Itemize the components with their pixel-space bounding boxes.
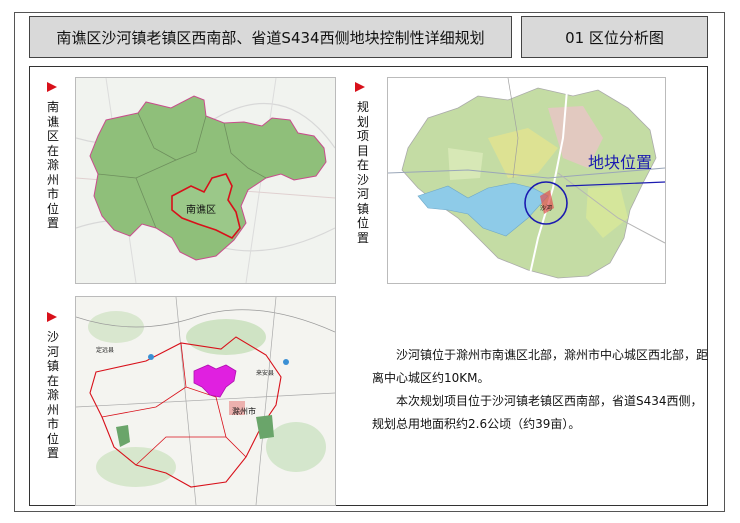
marker-triangle-icon <box>355 82 365 92</box>
map-project-in-town: 沙河 地块位置 <box>387 77 666 284</box>
description-paragraph: 沙河镇位于滁州市南谯区北部，滁州市中心城区西北部，距离中心城区约10KM。 <box>372 348 709 385</box>
marker-triangle-icon <box>47 82 57 92</box>
town-map-svg: 沙河 地块位置 <box>388 78 665 283</box>
map-district-in-city: 南谯区 <box>75 77 336 284</box>
page-title: 南谯区沙河镇老镇区西南部、省道S434西侧地块控制性详细规划 <box>29 16 512 58</box>
town-landmass <box>401 87 657 279</box>
city-name-label: 滁州市 <box>232 406 256 416</box>
map-town-in-city: 滁州市 来安县 定远县 <box>75 296 336 506</box>
panel-label-project: 规划项目在沙河镇位置 <box>356 100 369 245</box>
marker-triangle-icon <box>47 312 57 322</box>
panel-label-district: 南谯区在滁州市位置 <box>46 100 59 230</box>
district-map-svg: 南谯区 <box>76 78 335 283</box>
site-position-label: 地块位置 <box>588 153 652 172</box>
county-east-label: 来安县 <box>256 369 274 377</box>
panel-label-town: 沙河镇在滁州市位置 <box>46 330 59 460</box>
city-outline <box>89 95 327 261</box>
town-highlight <box>193 364 237 398</box>
description-text: 沙河镇位于滁州市南谯区北部，滁州市中心城区西北部，距离中心城区约10KM。 本次… <box>372 344 710 436</box>
sheet-label: 01 区位分析图 <box>521 16 708 58</box>
site-marker-label: 沙河 <box>540 204 552 212</box>
county-west-label: 定远县 <box>96 346 114 354</box>
district-name-label: 南谯区 <box>186 203 216 216</box>
town-in-city-svg: 滁州市 来安县 定远县 <box>76 297 335 505</box>
description-paragraph: 本次规划项目位于沙河镇老镇区西南部，省道S434西侧，规划总用地面积约2.6公顷… <box>372 394 703 431</box>
